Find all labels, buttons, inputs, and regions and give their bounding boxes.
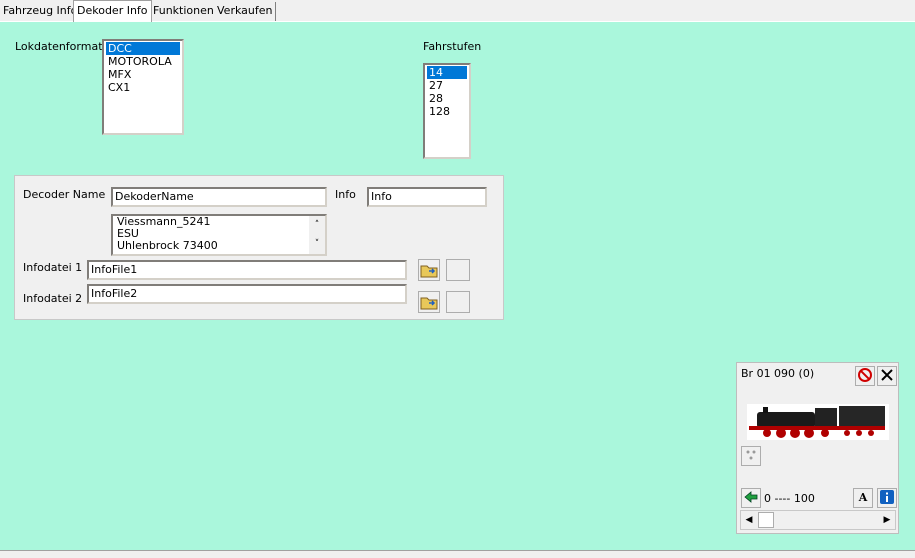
fahrstufen-listbox[interactable]: 14 27 28 128 [423, 63, 471, 159]
slider-thumb[interactable] [758, 512, 774, 528]
list-item[interactable]: MFX [106, 68, 180, 81]
dice-button[interactable] [741, 446, 761, 466]
browse-infodatei2-button[interactable] [418, 291, 440, 313]
decoder-name-label: Decoder Name [23, 188, 106, 201]
decoder-panel: Decoder Name DekoderName Info Info Viess… [14, 175, 504, 320]
direction-button[interactable] [741, 488, 761, 508]
chevron-right-icon[interactable]: ▶ [879, 511, 895, 529]
infodatei1-field[interactable]: InfoFile1 [87, 260, 407, 280]
stop-button[interactable] [855, 366, 875, 386]
folder-icon [420, 297, 438, 310]
tab-dekoder-info[interactable]: Dekoder Info [73, 0, 152, 22]
infodatei1-open-button[interactable] [446, 259, 470, 281]
lokdatenformat-listbox[interactable]: DCC MOTOROLA MFX CX1 [102, 39, 184, 135]
chevron-left-icon[interactable]: ◀ [741, 511, 757, 529]
letter-a-icon: A [858, 491, 868, 504]
info-field[interactable]: Info [367, 187, 487, 207]
tab-verkaufen[interactable]: Verkaufen [214, 2, 277, 21]
font-button[interactable]: A [853, 488, 873, 508]
decoder-listbox[interactable]: Viessmann_5241 ESU Uhlenbrock 73400 ˄ ˅ [111, 214, 327, 256]
locomotive-image [747, 404, 889, 440]
infodatei2-field[interactable]: InfoFile2 [87, 284, 407, 304]
speed-range: 0 ---- 100 [764, 492, 815, 505]
decoder-list-scrollbar[interactable]: ˄ ˅ [309, 216, 325, 254]
no-entry-icon [858, 368, 872, 382]
close-icon [881, 369, 893, 381]
speed-slider[interactable]: ◀ ▶ [740, 510, 896, 530]
tab-fahrzeug-info[interactable]: Fahrzeug Info [0, 2, 82, 21]
list-item[interactable]: 128 [427, 105, 467, 118]
arrow-left-icon [744, 491, 758, 503]
infodatei2-label: Infodatei 2 [23, 292, 83, 305]
list-item[interactable]: Uhlenbrock 73400 [115, 240, 307, 252]
lokdatenformat-label: Lokdatenformat [15, 40, 103, 53]
list-item[interactable]: Viessmann_5241 [115, 216, 307, 228]
tab-funktionen[interactable]: Funktionen [150, 2, 218, 21]
info-icon [880, 490, 894, 504]
loco-name: Br 01 090 (0) [741, 367, 815, 380]
chevron-up-icon[interactable]: ˄ [309, 216, 325, 235]
list-item[interactable]: 27 [427, 79, 467, 92]
status-bar [0, 550, 915, 558]
info-label: Info [335, 188, 356, 201]
browse-infodatei1-button[interactable] [418, 259, 440, 281]
close-button[interactable] [877, 366, 897, 386]
folder-icon [420, 265, 438, 278]
infodatei2-open-button[interactable] [446, 291, 470, 313]
chevron-down-icon[interactable]: ˅ [309, 235, 325, 254]
infodatei1-label: Infodatei 1 [23, 261, 83, 274]
list-item[interactable]: 14 [427, 66, 467, 79]
dice-icon [746, 450, 756, 460]
list-item[interactable]: MOTOROLA [106, 55, 180, 68]
decoder-name-field[interactable]: DekoderName [111, 187, 327, 207]
fahrstufen-label: Fahrstufen [423, 40, 482, 53]
loco-panel: Br 01 090 (0) 0 ---- 100 A ◀ ▶ [736, 362, 899, 534]
list-item[interactable]: DCC [106, 42, 180, 55]
list-item[interactable]: 28 [427, 92, 467, 105]
info-button[interactable] [877, 488, 897, 508]
list-item[interactable]: CX1 [106, 81, 180, 94]
